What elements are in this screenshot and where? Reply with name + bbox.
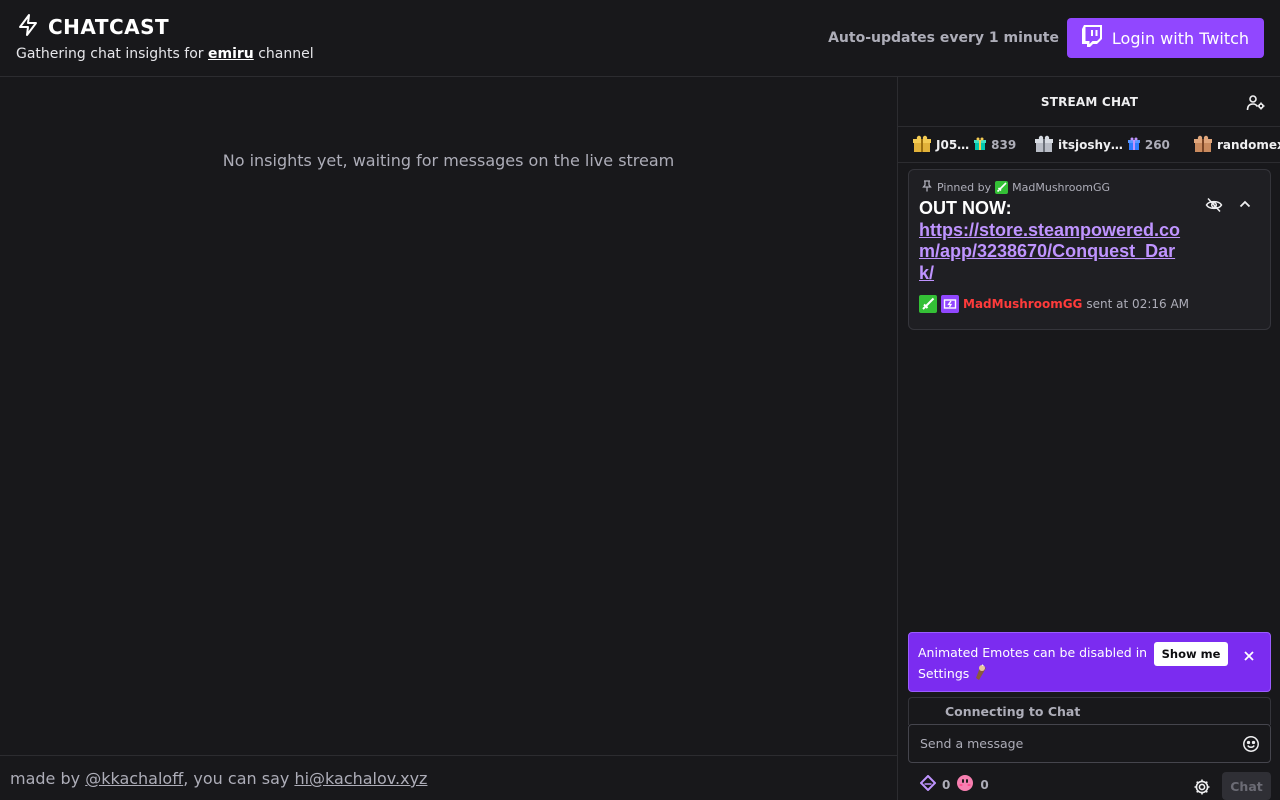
footer-prefix: made by — [10, 769, 86, 788]
pinned-message: Pinned by MadMushroomGG OUT NOW: https:/… — [908, 169, 1271, 330]
message-input-wrapper — [908, 724, 1271, 763]
emoji-picker-icon[interactable] — [1242, 735, 1260, 757]
subtitle-suffix: channel — [253, 46, 314, 62]
email-link[interactable]: hi@kachalov.xyz — [294, 769, 427, 788]
top-gifters-bar: J05… 839 itsjoshy… 260 randomexi — [898, 127, 1280, 163]
insights-area: No insights yet, waiting for messages on… — [0, 77, 897, 755]
collapse-pinned-chevron-up-icon[interactable] — [1237, 196, 1253, 216]
gift-badge-bronze-icon — [1194, 135, 1212, 156]
author-link[interactable]: @kkachaloff — [85, 769, 183, 788]
gifter-count: 260 — [1144, 138, 1170, 152]
footer: made by @kkachaloff, you can say hi@kach… — [0, 755, 897, 800]
top-header: CHATCAST Gathering chat insights for emi… — [0, 0, 1280, 77]
send-message-input[interactable] — [909, 725, 1239, 762]
gifter-item[interactable]: itsjoshy… 260 — [1035, 127, 1170, 162]
connecting-status: Connecting to Chat — [908, 697, 1271, 725]
gifter-name: J05… — [936, 138, 970, 152]
channel-points-icon — [919, 774, 937, 794]
channel-points-count: 0 — [942, 777, 951, 792]
brand: CHATCAST — [16, 13, 169, 41]
pinned-message-link[interactable]: https://store.steampowered.com/app/32386… — [919, 220, 1180, 283]
gifter-count: 839 — [991, 138, 1017, 152]
gear-icon[interactable] — [1193, 778, 1211, 800]
notice-message: Animated Emotes can be disabled in Setti… — [918, 645, 1148, 681]
emote-icon — [973, 664, 989, 681]
pinned-message-meta: MadMushroomGG sent at 02:16 AM — [919, 295, 1189, 313]
prime-badge-icon — [941, 295, 959, 313]
gifter-item[interactable]: J05… 839 — [913, 127, 1017, 162]
empty-state-message: No insights yet, waiting for messages on… — [222, 151, 675, 170]
app-title: CHATCAST — [48, 15, 170, 39]
close-icon[interactable] — [1243, 647, 1255, 666]
pin-icon — [921, 180, 933, 195]
gift-badge-gold-icon — [913, 135, 931, 156]
channel-points[interactable]: 0 0 — [919, 774, 989, 795]
twitch-icon — [1081, 25, 1102, 51]
gifter-name: randomexi — [1217, 138, 1280, 152]
chat-send-button[interactable]: Chat — [1222, 772, 1271, 800]
gift-badge-silver-icon — [1035, 135, 1053, 156]
gifter-item[interactable]: randomexi — [1194, 127, 1280, 162]
channel-name: emiru — [208, 46, 254, 62]
subtitle: Gathering chat insights for emiru channe… — [16, 46, 314, 62]
subtitle-prefix: Gathering chat insights for — [16, 46, 208, 62]
chat-header: STREAM CHAT — [898, 77, 1280, 127]
hide-pinned-icon[interactable] — [1205, 196, 1223, 218]
message-sender[interactable]: MadMushroomGG — [963, 297, 1082, 311]
chat-title: STREAM CHAT — [1040, 95, 1139, 109]
moderator-badge-icon — [919, 295, 937, 313]
emote-points-count: 0 — [980, 777, 989, 792]
pinned-by-line: Pinned by MadMushroomGG — [921, 180, 1110, 195]
community-users-icon[interactable] — [1246, 93, 1266, 117]
notice-text: Animated Emotes can be disabled in Setti… — [918, 642, 1148, 684]
lightning-icon — [16, 13, 40, 41]
stream-chat-panel: STREAM CHAT J05… 839 itsjoshy… 260 rando… — [897, 77, 1280, 800]
footer-middle: , you can say — [183, 769, 295, 788]
login-label: Login with Twitch — [1111, 28, 1250, 48]
gifter-name: itsjoshy… — [1058, 138, 1123, 152]
gift-icon — [1127, 137, 1140, 153]
message-time: sent at 02:16 AM — [1086, 297, 1190, 311]
pinned-message-text: OUT NOW: https://store.steampowered.com/… — [919, 198, 1184, 284]
show-me-button[interactable]: Show me — [1154, 642, 1228, 666]
pinned-by-label: Pinned by — [937, 181, 992, 194]
gift-icon — [974, 137, 987, 153]
pinned-by-user: MadMushroomGG — [1012, 181, 1111, 194]
animated-emotes-notice: Animated Emotes can be disabled in Setti… — [908, 632, 1271, 692]
auto-update-note: Auto-updates every 1 minute — [828, 30, 1059, 46]
pinned-message-heading: OUT NOW: — [919, 198, 1012, 218]
kirby-emote-icon — [956, 774, 974, 795]
chat-bottom-bar: 0 0 Chat — [898, 772, 1280, 800]
login-with-twitch-button[interactable]: Login with Twitch — [1067, 18, 1264, 58]
moderator-badge-icon — [995, 181, 1009, 194]
